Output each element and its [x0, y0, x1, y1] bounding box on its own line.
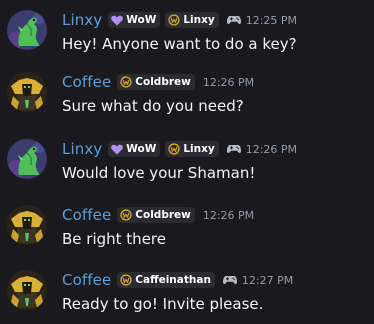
tag-label: Linxy [183, 14, 215, 26]
tag-label: WoW [126, 143, 157, 155]
green-dragon-avatar-icon [7, 139, 47, 179]
message-header: Linxy WoW Linxy 12:25 PM [62, 10, 297, 30]
chat-message: Linxy WoW Linxy 12:25 PM Hey! Anyone wan… [0, 10, 374, 64]
username[interactable]: Coffee [62, 271, 111, 289]
tag-label: Coldbrew [135, 76, 191, 88]
message-text: Hey! Anyone want to do a key? [62, 35, 297, 53]
message-header: Coffee Coldbrew 12:26 PM [62, 205, 254, 225]
gamepad-icon [226, 144, 241, 154]
message-text: Be right there [62, 230, 166, 248]
gold-armor-avatar-icon [7, 205, 47, 245]
message-header: Coffee Coldbrew 12:26 PM [62, 72, 254, 92]
tag-label: Caffeinathan [135, 274, 211, 286]
username[interactable]: Coffee [62, 206, 111, 224]
server-tag-linxy[interactable]: Linxy [165, 12, 219, 28]
message-text: Ready to go! Invite please. [62, 295, 264, 313]
gamepad-icon [226, 15, 241, 25]
chat-message: Coffee Caffeinathan 12:27 PM Ready to go… [0, 270, 374, 324]
heart-icon [111, 15, 124, 26]
server-tag-wow[interactable]: WoW [108, 141, 161, 157]
chat-message: Coffee Coldbrew 12:26 PM Sure what do yo… [0, 72, 374, 126]
timestamp: 12:26 PM [245, 142, 298, 156]
server-tag-caffeinathan[interactable]: Caffeinathan [117, 272, 215, 288]
server-tag-linxy[interactable]: Linxy [165, 141, 219, 157]
server-tag-coldbrew[interactable]: Coldbrew [117, 74, 195, 90]
gamepad-icon [222, 275, 237, 285]
w-badge-icon [120, 274, 132, 286]
timestamp: 12:26 PM [202, 75, 255, 89]
timestamp: 12:26 PM [202, 208, 255, 222]
heart-icon [111, 144, 124, 155]
timestamp: 12:27 PM [241, 273, 294, 287]
avatar-green-dragon[interactable] [7, 139, 47, 179]
chat-message: Coffee Coldbrew 12:26 PM Be right there [0, 205, 374, 259]
message-header: Linxy WoW Linxy 12:26 PM [62, 139, 297, 159]
chat-message: Linxy WoW Linxy 12:26 PM Would love your… [0, 139, 374, 193]
username[interactable]: Linxy [62, 140, 102, 158]
avatar-green-dragon[interactable] [7, 10, 47, 50]
username[interactable]: Linxy [62, 11, 102, 29]
w-badge-icon [168, 143, 180, 155]
message-text: Would love your Shaman! [62, 164, 256, 182]
green-dragon-avatar-icon [7, 10, 47, 50]
timestamp: 12:25 PM [245, 13, 298, 27]
w-badge-icon [120, 76, 132, 88]
chat-message-list: Linxy WoW Linxy 12:25 PM Hey! Anyone wan… [0, 0, 374, 324]
message-header: Coffee Caffeinathan 12:27 PM [62, 270, 293, 290]
tag-label: WoW [126, 14, 157, 26]
server-tag-coldbrew[interactable]: Coldbrew [117, 207, 195, 223]
gold-armor-avatar-icon [7, 270, 47, 310]
message-text: Sure what do you need? [62, 97, 244, 115]
tag-label: Linxy [183, 143, 215, 155]
server-tag-wow[interactable]: WoW [108, 12, 161, 28]
gold-armor-avatar-icon [7, 72, 47, 112]
avatar-gold-armor[interactable] [7, 72, 47, 112]
w-badge-icon [120, 209, 132, 221]
avatar-gold-armor[interactable] [7, 270, 47, 310]
tag-label: Coldbrew [135, 209, 191, 221]
w-badge-icon [168, 14, 180, 26]
avatar-gold-armor[interactable] [7, 205, 47, 245]
username[interactable]: Coffee [62, 73, 111, 91]
